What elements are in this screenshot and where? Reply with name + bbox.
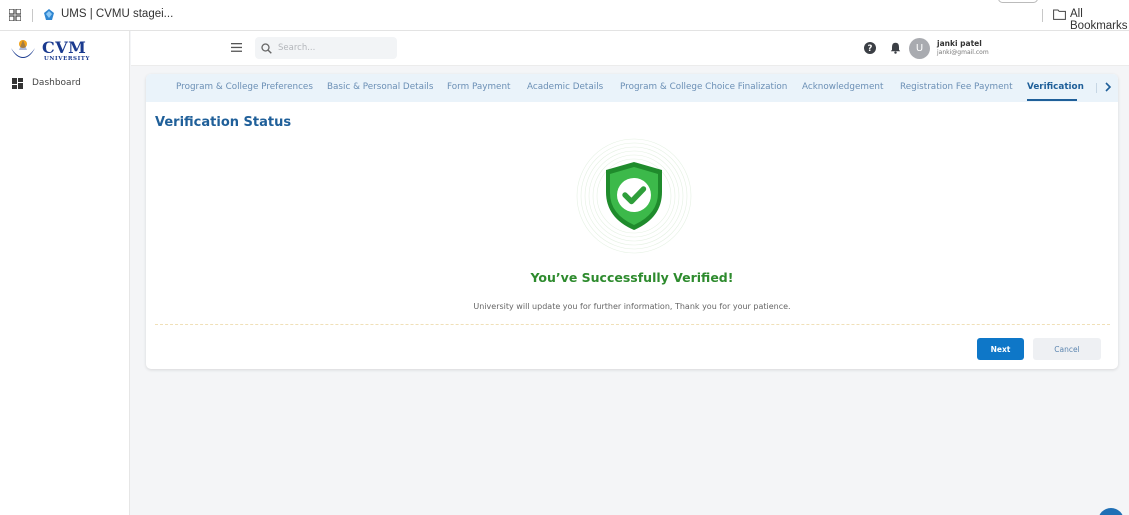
tab-verification[interactable]: Verification xyxy=(1027,82,1084,92)
bookmarks-separator-right xyxy=(1042,9,1043,22)
chevron-right-icon[interactable] xyxy=(1101,80,1115,94)
search-box[interactable] xyxy=(255,37,397,59)
logo-emblem-icon xyxy=(11,40,35,58)
page-title: Verification Status xyxy=(155,115,292,130)
sidebar-item-label: Dashboard xyxy=(32,78,81,88)
svg-text:?: ? xyxy=(868,44,873,54)
cancel-button[interactable]: Cancel xyxy=(1033,338,1101,360)
search-icon xyxy=(261,42,272,54)
next-button[interactable]: Next xyxy=(977,338,1024,360)
active-tab-indicator xyxy=(1027,99,1077,101)
bookmark-site-label[interactable]: UMS | CVMU stagei... xyxy=(61,8,173,20)
apps-grid-icon[interactable] xyxy=(9,9,21,21)
section-divider xyxy=(155,324,1110,325)
top-header: ? U janki patel janki@gmail.com xyxy=(131,31,1129,66)
verified-shield-icon xyxy=(576,138,692,254)
tab-academic-details[interactable]: Academic Details xyxy=(527,82,603,92)
browser-bookmarks-bar: UMS | CVMU stagei... All Bookmarks xyxy=(0,0,1129,32)
tab-program-college-preferences[interactable]: Program & College Preferences xyxy=(176,82,313,92)
university-logo[interactable]: CVM UNIVERSITY xyxy=(8,36,118,66)
success-heading: You’ve Successfully Verified! xyxy=(530,270,734,285)
search-input[interactable] xyxy=(278,43,388,53)
logo-text: CVM xyxy=(42,38,87,57)
tab-basic-personal-details[interactable]: Basic & Personal Details xyxy=(327,82,433,92)
folder-icon xyxy=(1053,9,1066,20)
tab-registration-fee-payment[interactable]: Registration Fee Payment xyxy=(900,82,1013,92)
sidebar-item-dashboard[interactable]: Dashboard xyxy=(12,75,122,91)
avatar[interactable]: U xyxy=(909,38,930,59)
registration-tabs: Program & College Preferences Basic & Pe… xyxy=(146,74,1118,102)
browser-top-pill xyxy=(998,0,1038,3)
site-favicon-icon xyxy=(44,9,54,20)
tab-program-college-choice-finalization[interactable]: Program & College Choice Finalization xyxy=(620,82,787,92)
bell-icon[interactable] xyxy=(890,42,901,54)
tab-form-payment[interactable]: Form Payment xyxy=(447,82,510,92)
logo-subtext: UNIVERSITY xyxy=(44,56,90,62)
success-message: University will update you for further i… xyxy=(473,302,791,311)
user-email: janki@gmail.com xyxy=(937,49,989,56)
tab-overflow-divider xyxy=(1096,83,1097,93)
all-bookmarks-button[interactable]: All Bookmarks xyxy=(1070,8,1129,32)
verification-card: Program & College Preferences Basic & Pe… xyxy=(146,74,1118,369)
sidebar: CVM UNIVERSITY Dashboard xyxy=(0,31,130,515)
user-name: janki patel xyxy=(937,39,982,48)
tab-acknowledgement[interactable]: Acknowledgement xyxy=(802,82,883,92)
dashboard-icon xyxy=(12,77,23,89)
help-icon[interactable]: ? xyxy=(864,42,876,54)
bookmarks-separator xyxy=(32,9,33,22)
hamburger-icon[interactable] xyxy=(231,43,242,52)
help-chat-button[interactable] xyxy=(1098,508,1124,515)
